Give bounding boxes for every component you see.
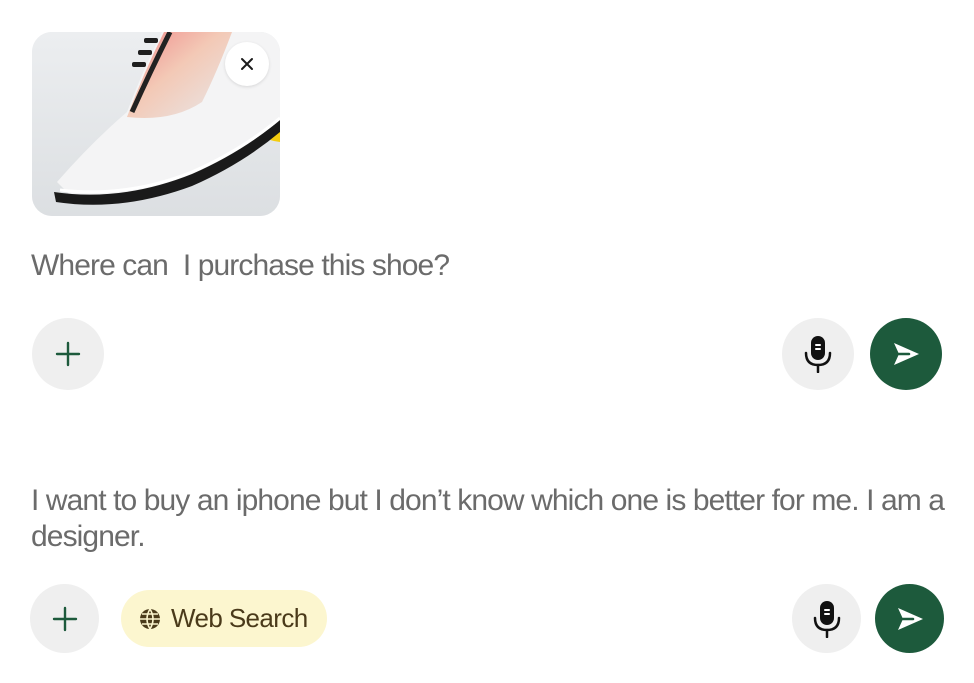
plus-icon — [52, 606, 77, 631]
prompt-input[interactable]: Where can I purchase this shoe? — [31, 248, 450, 284]
remove-attachment-button[interactable] — [225, 42, 269, 86]
web-search-chip-label: Web Search — [171, 603, 308, 633]
composer-web-search: I want to buy an iphone but I don’t know… — [0, 420, 974, 683]
send-button[interactable] — [875, 584, 944, 653]
web-search-chip[interactable]: Web Search — [121, 590, 327, 647]
close-icon — [241, 58, 253, 70]
microphone-icon — [813, 600, 840, 638]
add-attachment-button[interactable] — [32, 318, 104, 390]
add-attachment-button[interactable] — [30, 584, 99, 653]
send-icon — [894, 343, 919, 365]
voice-input-button[interactable] — [792, 584, 861, 653]
microphone-icon — [804, 336, 832, 373]
send-button[interactable] — [870, 318, 942, 390]
globe-icon — [140, 608, 160, 629]
plus-icon — [55, 341, 81, 367]
prompt-input[interactable]: I want to buy an iphone but I don’t know… — [31, 483, 951, 555]
composer-with-attachment: Where can I purchase this shoe? — [0, 0, 974, 420]
send-icon — [897, 607, 923, 630]
voice-input-button[interactable] — [782, 318, 854, 390]
